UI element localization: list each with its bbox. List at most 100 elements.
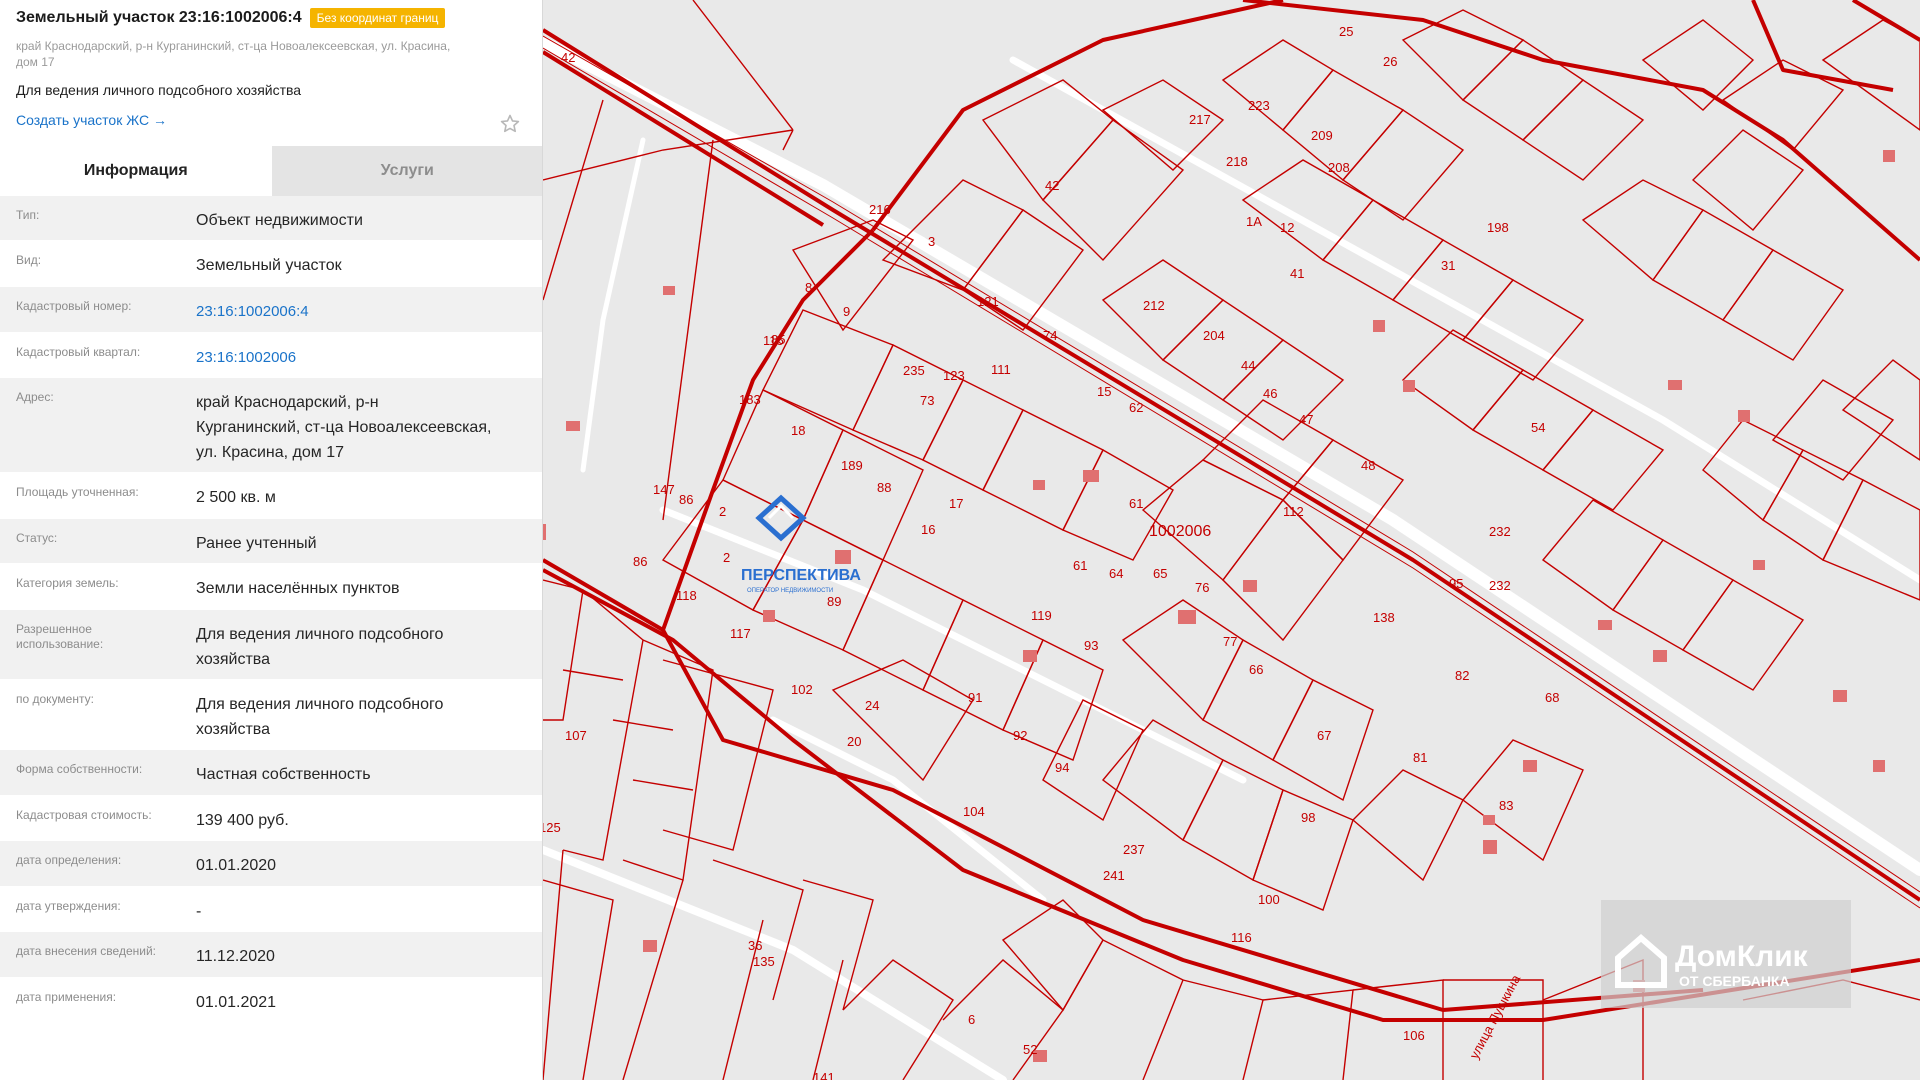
by-doc-line-1: Для ведения личного подсобного [196, 696, 444, 713]
parcel-label-95: 95 [1449, 576, 1463, 591]
parcel-label-81: 81 [1413, 750, 1427, 765]
parcel-label-47: 47 [1299, 412, 1313, 427]
parcel-label-54: 54 [1531, 420, 1545, 435]
row-label: дата определения: [16, 853, 122, 867]
parcel-label-76: 76 [1195, 580, 1209, 595]
parcel-label-1a: 1А [1246, 214, 1262, 229]
parcel-label-204: 204 [1203, 328, 1225, 343]
parcel-label-91: 91 [968, 690, 982, 705]
parcel-label-198: 198 [1487, 220, 1509, 235]
parcel-label-61: 61 [1129, 496, 1143, 511]
perspektiva-name: ПЕРСПЕКТИВА [741, 567, 861, 584]
parcel-label-2: 2 [719, 504, 726, 519]
parcel-label-20: 20 [847, 734, 861, 749]
parcel-label-65: 65 [1153, 566, 1167, 581]
parcel-label-125: 125 [543, 820, 561, 835]
row-value: 11.12.2020 [196, 948, 275, 965]
parcel-label-73: 73 [920, 393, 934, 408]
parcel-label-141: 141 [813, 1070, 835, 1080]
perspektiva-subtitle: ОПЕРАТОР НЕДВИЖИМОСТИ [747, 588, 833, 594]
parcel-label-42: 42 [561, 50, 575, 65]
allowed-label-line-2: использование: [16, 637, 104, 651]
row-date-applied: дата применения: 01.01.2021 [0, 978, 542, 1024]
parcel-title: Земельный участок 23:16:1002006:4 [16, 9, 302, 26]
row-cadastral-number: Кадастровый номер: 23:16:1002006:4 [0, 287, 542, 333]
cadastral-number-link[interactable]: 23:16:1002006:4 [196, 299, 309, 332]
parcel-label-94: 94 [1055, 760, 1069, 775]
allowed-line-2: хозяйства [196, 651, 271, 668]
parcel-label-189: 189 [841, 458, 863, 473]
parcel-label-121: 121 [977, 294, 999, 309]
row-value: 01.01.2021 [196, 994, 277, 1011]
parcel-label-25: 25 [1339, 24, 1353, 39]
parcel-label-209: 209 [1311, 128, 1333, 143]
parcel-label-104: 104 [963, 804, 985, 819]
parcel-label-6: 6 [968, 1012, 975, 1027]
parcel-label-41: 41 [1290, 266, 1304, 281]
row-ownership: Форма собственности: Частная собственнос… [0, 750, 542, 796]
parcel-label-26: 26 [1383, 54, 1397, 69]
panel-tabs: Информация Услуги [0, 146, 542, 196]
address-subtitle-line-1: край Краснодарский, р-н Курганинский, ст… [16, 39, 451, 53]
domclick-name: ДомКлик [1675, 940, 1809, 973]
parcel-label-18: 18 [791, 423, 805, 438]
purpose-text: Для ведения личного подсобного хозяйства [16, 82, 302, 98]
row-value: Частная собственность [196, 766, 371, 783]
parcel-label-112: 112 [1283, 504, 1304, 519]
parcel-label-138: 138 [1373, 610, 1395, 625]
parcel-label-64: 64 [1109, 566, 1123, 581]
row-label: Категория земель: [16, 576, 119, 590]
parcel-label-106: 106 [1403, 1028, 1425, 1043]
parcel-label-232b: 232 [1489, 524, 1511, 539]
parcel-label-123: 123 [943, 368, 965, 383]
parcel-label-61b: 61 [1073, 558, 1087, 573]
parcel-label-100: 100 [1258, 892, 1280, 907]
row-label: Разрешенное использование: [16, 622, 196, 679]
row-land-category: Категория земель: Земли населённых пункт… [0, 564, 542, 610]
parcel-label-208: 208 [1328, 160, 1350, 175]
row-cadastral-quarter: Кадастровый квартал: 23:16:1002006 [0, 333, 542, 378]
row-kind: Вид: Земельный участок [0, 241, 542, 287]
parcel-label-83: 83 [1499, 798, 1513, 813]
parcel-label-89: 89 [827, 594, 841, 609]
info-panel: Земельный участок 23:16:1002006:4 Без ко… [0, 0, 543, 1080]
parcel-label-68: 68 [1545, 690, 1559, 705]
parcel-label-42b: 42 [1045, 178, 1059, 193]
parcel-label-135: 135 [753, 954, 775, 969]
create-zhs-parcel-link[interactable]: Создать участок ЖС → [16, 112, 167, 128]
row-value: 139 400 руб. [196, 812, 289, 829]
row-value: Для ведения личного подсобного хозяйства [196, 622, 443, 679]
row-label: по документу: [16, 692, 94, 706]
tab-services[interactable]: Услуги [271, 146, 542, 196]
row-allowed-use: Разрешенное использование: Для ведения л… [0, 610, 542, 680]
cadastral-map[interactable]: 42 217 218 223 209 208 25 26 216 3 42 12… [543, 0, 1920, 1080]
parcel-label-17: 17 [949, 496, 963, 511]
parcel-label-183: 183 [739, 392, 761, 407]
tab-information[interactable]: Информация [0, 146, 272, 196]
star-outline-icon[interactable] [498, 112, 522, 136]
parcel-label-232: 232 [1489, 578, 1511, 593]
parcel-label-3: 3 [928, 234, 935, 249]
parcel-label-74: 74 [1043, 328, 1057, 343]
parcel-label-88: 88 [877, 480, 891, 495]
parcel-label-15: 15 [1097, 384, 1111, 399]
row-value: - [196, 903, 202, 920]
address-line-2: Курганинский, ст-ца Новоалексеевская, [196, 419, 492, 436]
address-subtitle-line-2: дом 17 [16, 55, 55, 69]
parcel-label-117: 117 [730, 626, 751, 641]
parcel-label-102: 102 [791, 682, 813, 697]
parcel-label-218: 218 [1226, 154, 1248, 169]
parcel-label-46: 46 [1263, 386, 1277, 401]
row-label: Форма собственности: [16, 762, 143, 776]
parcel-label-2b: 2 [723, 550, 730, 565]
parcel-label-93: 93 [1084, 638, 1098, 653]
parcel-label-31: 31 [1441, 258, 1455, 273]
parcel-label-119: 119 [1031, 608, 1052, 623]
cadastral-quarter-link[interactable]: 23:16:1002006 [196, 345, 296, 377]
row-date-entry: дата внесения сведений: 11.12.2020 [0, 932, 542, 978]
row-label: дата внесения сведений: [16, 944, 156, 958]
info-rows: Тип: Объект недвижимости Вид: Земельный … [0, 196, 542, 1024]
parcel-label-147: 147 [653, 482, 675, 497]
parcel-label-24: 24 [865, 698, 879, 713]
parcel-label-86b: 86 [633, 554, 647, 569]
